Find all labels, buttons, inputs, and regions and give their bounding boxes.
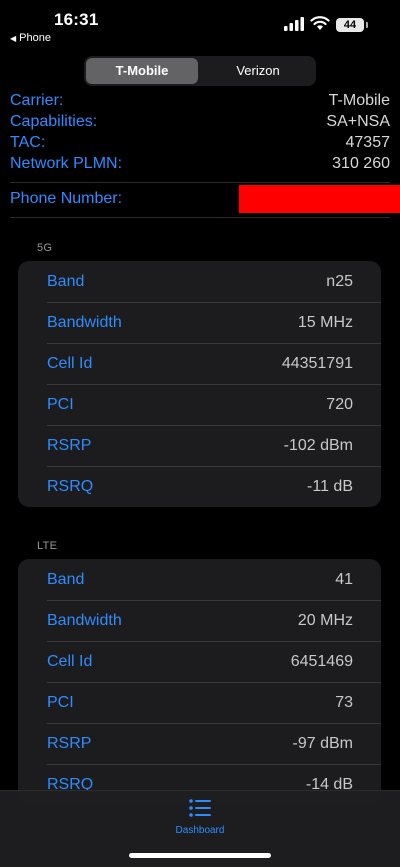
info-label: Capabilities:: [10, 113, 98, 130]
list-item: Bandwidth 15 MHz: [18, 302, 381, 343]
signal-bars-icon: [284, 17, 304, 31]
row-value: 15 MHz: [297, 313, 353, 331]
tab-label: Dashboard: [175, 825, 225, 836]
row-label: RSRP: [47, 436, 92, 454]
list-icon: [189, 799, 211, 817]
app-screen: 16:31 ◀ Phone 44 T-Mobile Verizon Carrie…: [0, 0, 400, 867]
row-value: 41: [335, 570, 353, 588]
card-5g: Band n25 Bandwidth 15 MHz Cell Id 443517…: [18, 261, 381, 507]
info-value: 310 260: [332, 155, 390, 172]
list-item: PCI 720: [18, 384, 381, 425]
row-value: -97 dBm: [292, 734, 353, 752]
row-label: Bandwidth: [47, 611, 122, 629]
row-value: 720: [326, 395, 353, 413]
info-label: Carrier:: [10, 92, 64, 109]
info-label: TAC:: [10, 134, 46, 151]
status-time: 16:31: [54, 10, 99, 29]
list-item: Band n25: [18, 261, 381, 302]
info-row-network-plmn: Network PLMN: 310 260: [10, 155, 390, 176]
row-label: Band: [47, 570, 85, 588]
row-value: n25: [326, 272, 353, 290]
row-label: Bandwidth: [47, 313, 122, 331]
carrier-segmented-control: T-Mobile Verizon: [84, 56, 316, 86]
segment-verizon[interactable]: Verizon: [202, 58, 314, 84]
tab-dashboard[interactable]: Dashboard: [170, 799, 230, 836]
row-value: 20 MHz: [297, 611, 353, 629]
info-value: SA+NSA: [326, 113, 390, 130]
card-lte: Band 41 Bandwidth 20 MHz Cell Id 6451469…: [18, 559, 381, 805]
list-item: PCI 73: [18, 682, 381, 723]
segment-t-mobile[interactable]: T-Mobile: [86, 58, 198, 84]
info-row-tac: TAC: 47357: [10, 134, 390, 155]
battery-tip: [366, 22, 368, 28]
row-label: RSRQ: [47, 477, 94, 495]
info-label: Network PLMN:: [10, 155, 123, 172]
row-value: 73: [335, 693, 353, 711]
row-value: 44351791: [281, 354, 353, 372]
row-label: Cell Id: [47, 652, 93, 670]
row-label: Cell Id: [47, 354, 93, 372]
list-item: Cell Id 6451469: [18, 641, 381, 682]
divider: [10, 217, 390, 218]
phone-number-label: Phone Number:: [10, 190, 123, 207]
back-link-label: Phone: [19, 32, 51, 44]
info-value: 47357: [345, 134, 391, 151]
list-item: Bandwidth 20 MHz: [18, 600, 381, 641]
info-value: T-Mobile: [328, 92, 390, 109]
info-row-capabilities: Capabilities: SA+NSA: [10, 113, 390, 134]
row-label: Band: [47, 272, 85, 290]
row-label: PCI: [47, 693, 74, 711]
divider: [10, 182, 390, 183]
row-value: 6451469: [290, 652, 353, 670]
info-row-carrier: Carrier: T-Mobile: [10, 92, 390, 113]
home-indicator[interactable]: [129, 853, 271, 858]
list-item: Cell Id 44351791: [18, 343, 381, 384]
row-label: PCI: [47, 395, 74, 413]
status-bar: 16:31 ◀ Phone 44: [0, 0, 400, 50]
section-header-lte: LTE: [37, 540, 58, 552]
row-value: -11 dB: [307, 477, 353, 495]
back-triangle-icon: ◀: [10, 33, 17, 43]
list-item: RSRP -97 dBm: [18, 723, 381, 764]
back-to-phone-link[interactable]: ◀ Phone: [10, 32, 51, 44]
list-item: RSRQ -11 dB: [18, 466, 381, 507]
row-value: -102 dBm: [283, 436, 353, 454]
section-header-5g: 5G: [37, 242, 53, 254]
wifi-icon: [310, 16, 330, 30]
list-item: RSRP -102 dBm: [18, 425, 381, 466]
list-item: Band 41: [18, 559, 381, 600]
redacted-phone-number: [239, 185, 400, 213]
battery-indicator: 44: [336, 18, 364, 32]
row-label: RSRP: [47, 734, 92, 752]
